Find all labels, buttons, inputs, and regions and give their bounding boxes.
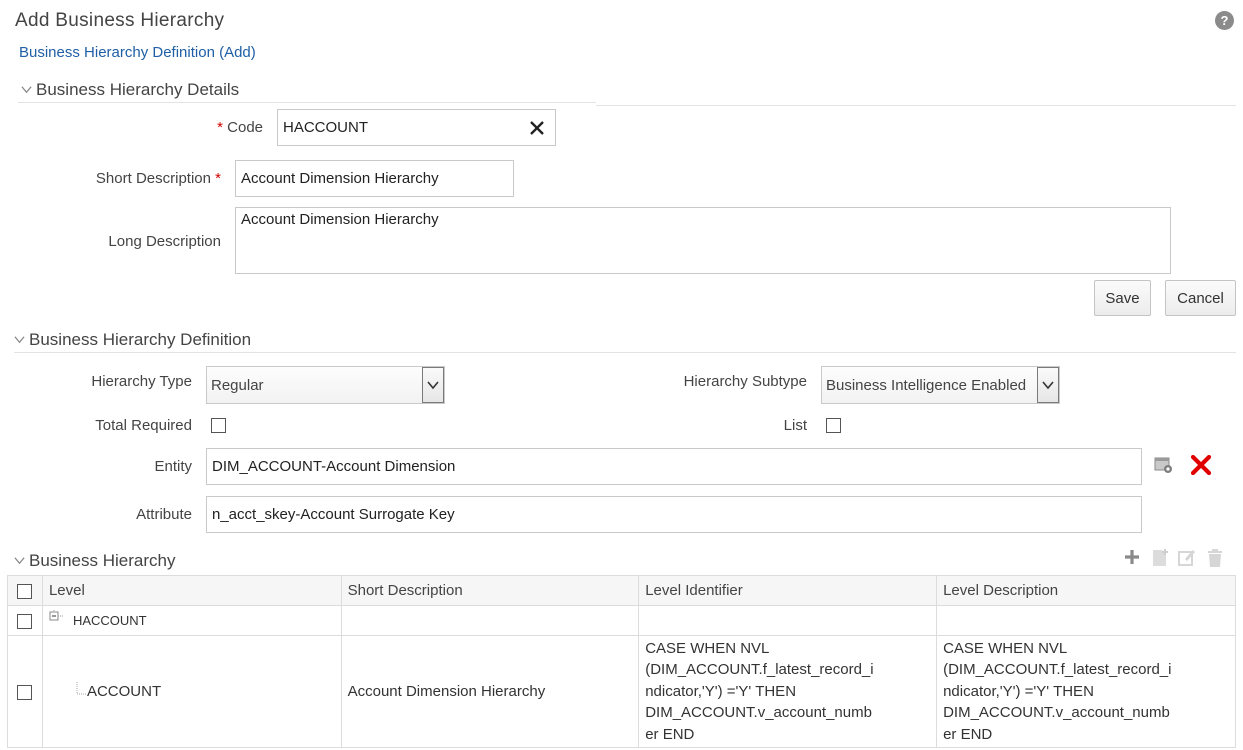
tree-branch-icon bbox=[76, 681, 86, 694]
short-description-cell: Account Dimension Hierarchy bbox=[340, 635, 640, 748]
tree-node-child[interactable]: ACCOUNT bbox=[49, 681, 340, 702]
hierarchy-type-select[interactable]: Regular bbox=[206, 366, 445, 404]
long-description-label: Long Description bbox=[108, 233, 221, 250]
row-checkbox[interactable] bbox=[16, 613, 32, 629]
hierarchy-subtype-select[interactable]: Business Intelligence Enabled bbox=[821, 366, 1060, 404]
close-icon[interactable] bbox=[528, 113, 546, 143]
definition-section-header[interactable]: Business Hierarchy Definition bbox=[14, 330, 251, 350]
code-input-value: HACCOUNT bbox=[283, 119, 368, 136]
hierarchy-section-header[interactable]: Business Hierarchy bbox=[14, 551, 175, 571]
level-identifier-cell bbox=[638, 605, 938, 636]
chevron-down-icon[interactable] bbox=[14, 555, 25, 566]
row-checkbox[interactable] bbox=[16, 684, 32, 700]
select-all-cell bbox=[7, 575, 43, 606]
short-description-required-mark: * bbox=[215, 170, 221, 187]
chevron-down-icon[interactable] bbox=[1037, 367, 1059, 403]
attribute-input[interactable]: n_acct_skey-Account Surrogate Key bbox=[206, 496, 1142, 533]
save-button[interactable]: Save bbox=[1094, 280, 1151, 316]
tree-node-root[interactable]: HACCOUNT bbox=[49, 609, 340, 628]
level-description-cell bbox=[936, 605, 1236, 636]
column-header-level-description[interactable]: Level Description bbox=[936, 575, 1236, 606]
total-required-label: Total Required bbox=[95, 417, 192, 434]
hierarchy-browse-icon[interactable] bbox=[1153, 455, 1175, 475]
row-select-cell bbox=[7, 605, 43, 636]
edit-icon[interactable] bbox=[1176, 548, 1198, 568]
definition-section-title: Business Hierarchy Definition bbox=[29, 330, 252, 349]
chevron-down-icon[interactable] bbox=[422, 367, 444, 403]
business-hierarchy-table: Level Short Description Level Identifier… bbox=[7, 575, 1236, 748]
column-header-short-description[interactable]: Short Description bbox=[340, 575, 640, 606]
page-title: Add Business Hierarchy bbox=[15, 10, 225, 31]
chevron-down-icon[interactable] bbox=[14, 334, 25, 345]
table-row[interactable]: ACCOUNT Account Dimension Hierarchy CASE… bbox=[7, 635, 1236, 748]
short-description-input[interactable]: Account Dimension Hierarchy bbox=[235, 160, 514, 197]
code-input[interactable]: HACCOUNT bbox=[277, 109, 556, 146]
hierarchy-subtype-label: Hierarchy Subtype bbox=[683, 373, 807, 390]
breadcrumb[interactable]: Business Hierarchy Definition (Add) bbox=[19, 44, 256, 61]
details-section-header[interactable]: Business Hierarchy Details bbox=[21, 80, 239, 100]
delete-x-icon[interactable] bbox=[1189, 455, 1213, 475]
code-required-mark: * bbox=[217, 119, 223, 136]
column-header-level-identifier[interactable]: Level Identifier bbox=[638, 575, 938, 606]
list-label: List bbox=[783, 417, 807, 434]
row-select-cell bbox=[7, 635, 43, 748]
entity-input[interactable]: DIM_ACCOUNT-Account Dimension bbox=[206, 448, 1142, 485]
level-name: HACCOUNT bbox=[72, 613, 147, 628]
level-cell: HACCOUNT bbox=[41, 605, 342, 636]
minus-box-icon[interactable] bbox=[49, 609, 71, 626]
entity-label: Entity bbox=[154, 458, 192, 475]
column-header-level[interactable]: Level bbox=[41, 575, 342, 606]
table-row[interactable]: HACCOUNT bbox=[7, 605, 1236, 636]
level-identifier-cell: CASE WHEN NVL (DIM_ACCOUNT.f_latest_reco… bbox=[638, 635, 938, 748]
total-required-checkbox[interactable] bbox=[211, 418, 226, 433]
trash-icon[interactable] bbox=[1204, 548, 1226, 568]
help-icon[interactable]: ? bbox=[1215, 11, 1234, 30]
list-checkbox[interactable] bbox=[826, 418, 841, 433]
table-header-row: Level Short Description Level Identifier… bbox=[7, 575, 1236, 606]
details-section-title: Business Hierarchy Details bbox=[36, 80, 240, 99]
definition-header-divider bbox=[14, 352, 1236, 353]
short-description-cell bbox=[340, 605, 640, 636]
hierarchy-section-title: Business Hierarchy bbox=[29, 551, 176, 570]
cancel-button[interactable]: Cancel bbox=[1165, 280, 1236, 316]
attribute-label: Attribute bbox=[136, 506, 192, 523]
level-description-cell: CASE WHEN NVL (DIM_ACCOUNT.f_latest_reco… bbox=[936, 635, 1236, 748]
level-name: ACCOUNT bbox=[86, 683, 162, 700]
hierarchy-type-label: Hierarchy Type bbox=[91, 373, 192, 390]
plus-icon[interactable] bbox=[1122, 548, 1142, 566]
long-description-textarea[interactable]: Account Dimension Hierarchy bbox=[235, 207, 1171, 274]
select-all-checkbox[interactable] bbox=[16, 583, 32, 599]
short-description-label: Short Description * bbox=[95, 170, 221, 187]
code-label: * Code bbox=[217, 119, 263, 136]
details-header-divider bbox=[18, 102, 596, 103]
details-header-divider-right bbox=[596, 105, 1236, 106]
chevron-down-icon[interactable] bbox=[21, 84, 32, 95]
add-document-icon[interactable] bbox=[1149, 548, 1171, 568]
level-cell: ACCOUNT bbox=[41, 635, 342, 748]
